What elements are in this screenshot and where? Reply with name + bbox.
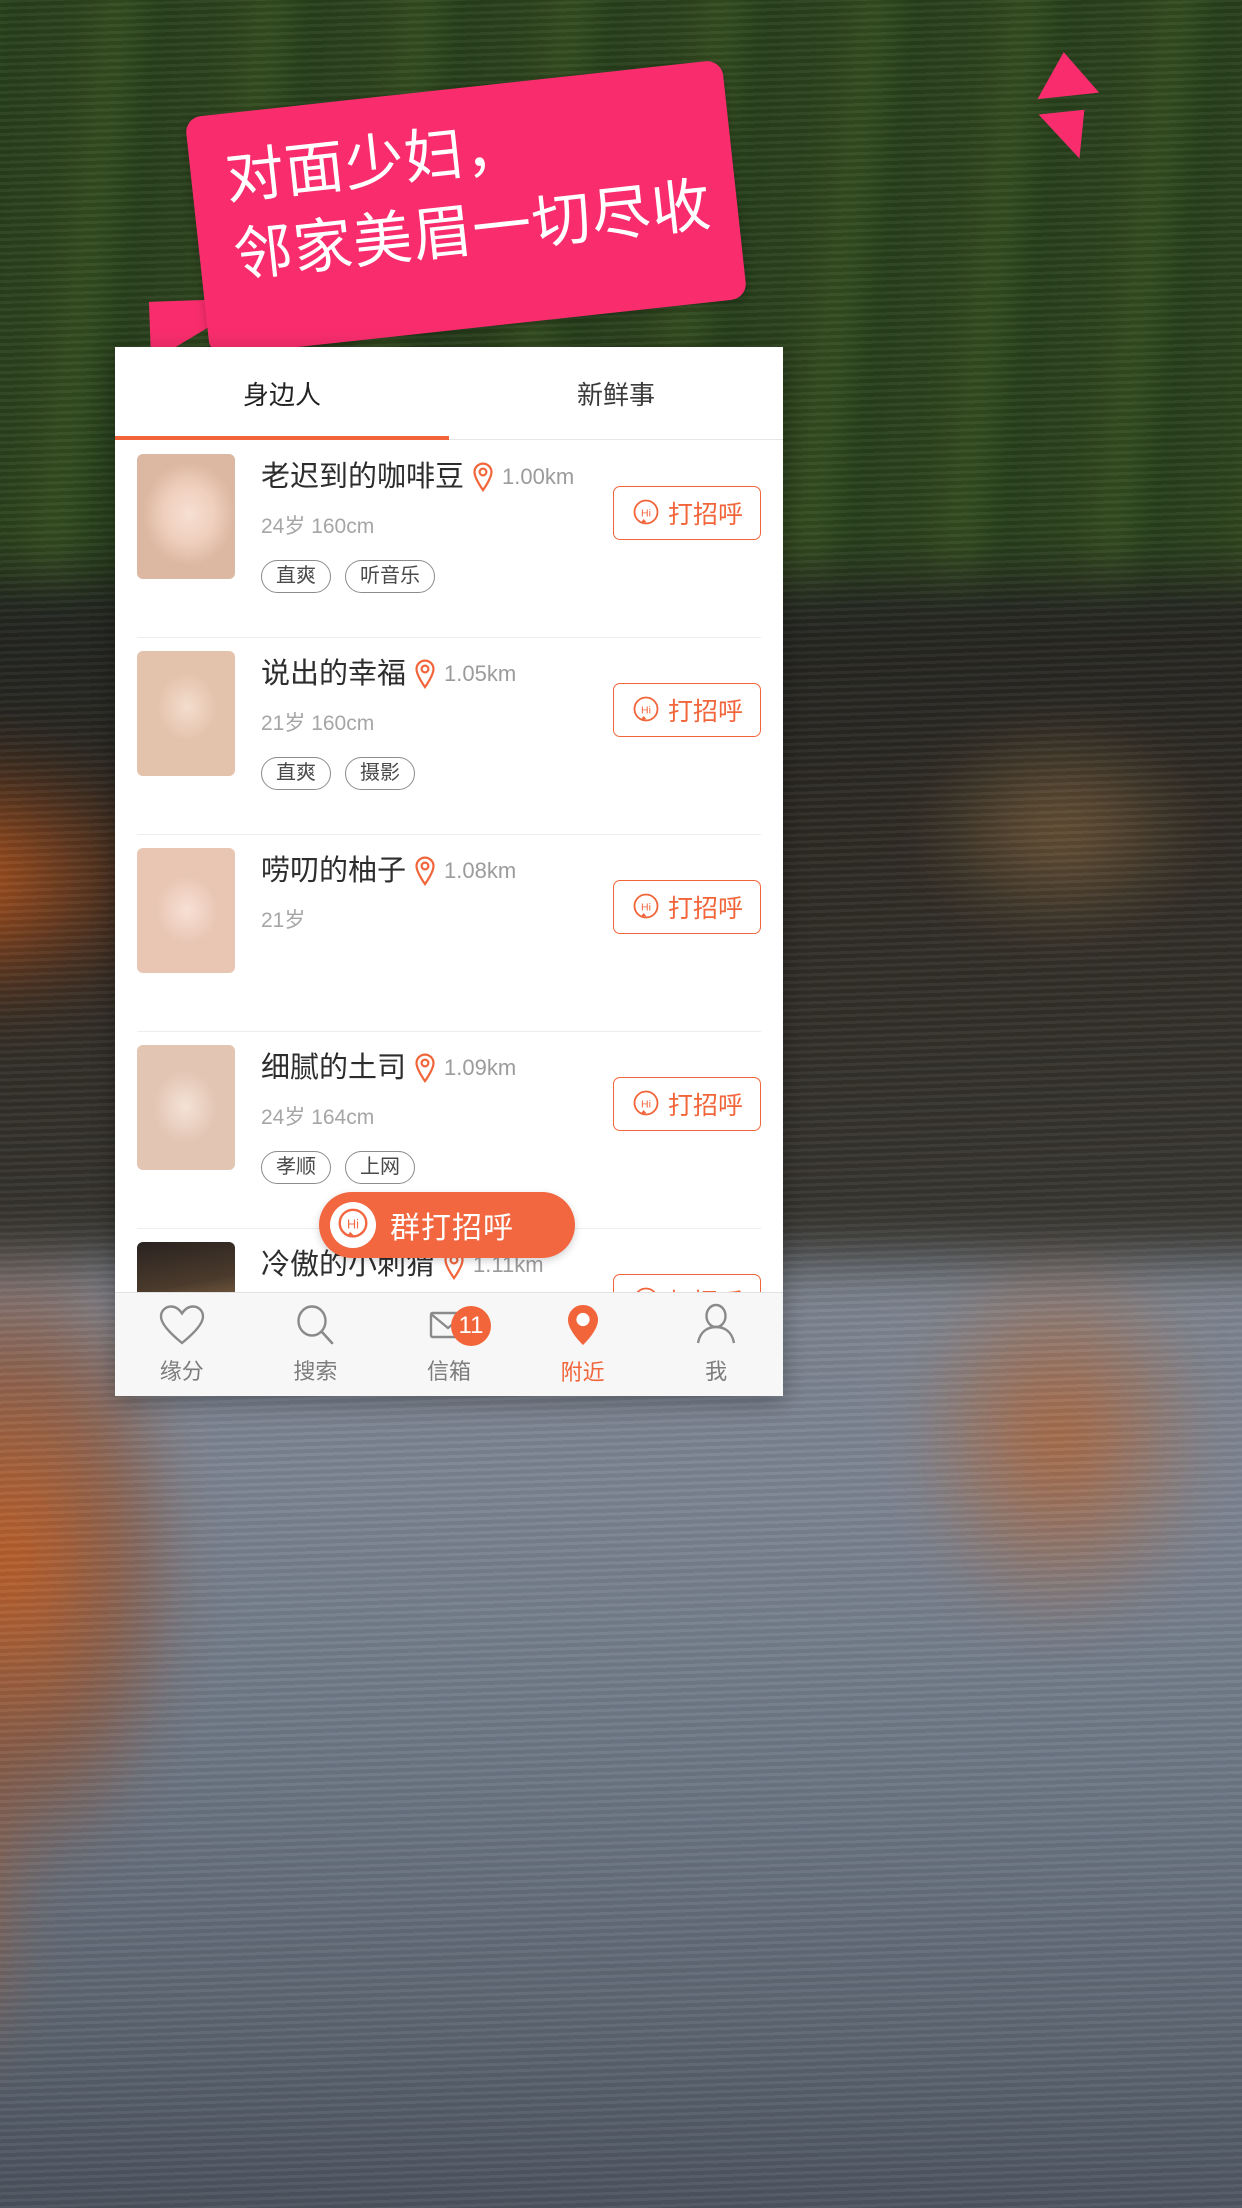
hi-bubble-icon: Hi (633, 499, 659, 525)
say-hi-button[interactable]: Hi 打招呼 (613, 880, 761, 934)
tab-feed[interactable]: 新鲜事 (449, 347, 783, 439)
location-pin-icon (473, 462, 493, 492)
unread-badge: 11 (450, 1306, 491, 1346)
user-name: 唠叨的柚子 (261, 854, 407, 887)
nav-item-search[interactable]: 搜索 (249, 1293, 383, 1396)
user-name: 细腻的土司 (261, 1051, 407, 1084)
hi-bubble-icon: Hi (633, 1090, 659, 1116)
heart-icon (159, 1305, 204, 1345)
say-hi-label: 打招呼 (667, 895, 743, 923)
nav-item-fate[interactable]: 缘分 (115, 1293, 249, 1396)
person-icon (696, 1303, 736, 1344)
tag[interactable]: 上网 (345, 1151, 415, 1184)
group-hi-label: 群打招呼 (390, 1212, 514, 1245)
say-hi-button[interactable]: Hi 打招呼 (613, 486, 761, 540)
say-hi-label: 打招呼 (667, 1092, 743, 1120)
say-hi-button[interactable]: Hi 打招呼 (613, 1077, 761, 1131)
user-name: 说出的幸福 (261, 657, 407, 690)
hi-bubble-icon: Hi (633, 696, 659, 722)
tag[interactable]: 孝顺 (261, 1151, 331, 1184)
svg-text:Hi: Hi (641, 705, 651, 717)
tag-group: 直爽 听音乐 (261, 560, 761, 593)
tag[interactable]: 摄影 (345, 757, 415, 790)
svg-text:Hi: Hi (641, 1099, 651, 1111)
search-icon (297, 1305, 334, 1345)
bottom-nav-bar: 缘分 搜索 11 信箱 附近 我 (115, 1292, 783, 1396)
decor-triangle-up-icon (1032, 48, 1100, 100)
distance: 1.08km (444, 858, 517, 883)
avatar[interactable] (137, 454, 235, 579)
nav-label: 搜索 (293, 1359, 338, 1384)
nav-label: 我 (705, 1359, 728, 1384)
nav-item-profile[interactable]: 我 (649, 1293, 783, 1396)
say-hi-label: 打招呼 (667, 698, 743, 726)
tag-group: 孝顺 上网 (261, 1151, 761, 1184)
svg-text:Hi: Hi (641, 508, 651, 520)
distance: 1.05km (444, 661, 517, 686)
list-item[interactable]: 说出的幸福 1.05km 21岁 160cm 直爽 摄影 Hi 打招呼 (115, 637, 783, 834)
say-hi-label: 打招呼 (667, 501, 743, 529)
say-hi-button[interactable]: Hi 打招呼 (613, 683, 761, 737)
avatar[interactable] (137, 1045, 235, 1170)
tab-bar: 身边人 新鲜事 (115, 347, 783, 440)
nav-item-mailbox[interactable]: 11 信箱 (382, 1293, 516, 1396)
nav-item-nearby[interactable]: 附近 (516, 1293, 650, 1396)
hi-bubble-icon: Hi (338, 1208, 368, 1238)
location-pin-icon (415, 856, 435, 886)
tag[interactable]: 直爽 (261, 560, 331, 593)
location-pin-icon (415, 1053, 435, 1083)
tag[interactable]: 听音乐 (345, 560, 435, 593)
tab-label: 身边人 (242, 379, 321, 410)
avatar[interactable] (137, 848, 235, 973)
location-pin-icon (415, 659, 435, 689)
decor-triangle-down-icon (1038, 109, 1090, 163)
group-say-hi-button[interactable]: Hi 群打招呼 (319, 1192, 575, 1258)
distance: 1.09km (444, 1055, 517, 1080)
group-hi-badge: Hi (330, 1202, 376, 1248)
tag-group: 直爽 摄影 (261, 757, 761, 790)
nav-label: 附近 (560, 1360, 605, 1385)
avatar[interactable] (137, 651, 235, 776)
location-pin-icon (567, 1305, 598, 1345)
user-name: 老迟到的咖啡豆 (261, 460, 465, 493)
list-item[interactable]: 老迟到的咖啡豆 1.00km 24岁 160cm 直爽 听音乐 Hi 打招呼 (115, 440, 783, 637)
svg-text:Hi: Hi (641, 902, 651, 914)
nav-label: 缘分 (159, 1359, 204, 1384)
tag[interactable]: 直爽 (261, 757, 331, 790)
distance: 1.00km (502, 464, 575, 489)
tab-label: 新鲜事 (576, 379, 655, 410)
list-item[interactable]: 唠叨的柚子 1.08km 21岁 Hi 打招呼 (115, 834, 783, 1031)
promo-text: 对面少妇， 邻家美眉一切尽收 (221, 111, 715, 291)
hi-bubble-icon: Hi (633, 893, 659, 919)
tab-nearby-people[interactable]: 身边人 (115, 347, 449, 440)
nav-label: 信箱 (426, 1359, 471, 1384)
svg-text:Hi: Hi (347, 1218, 359, 1232)
